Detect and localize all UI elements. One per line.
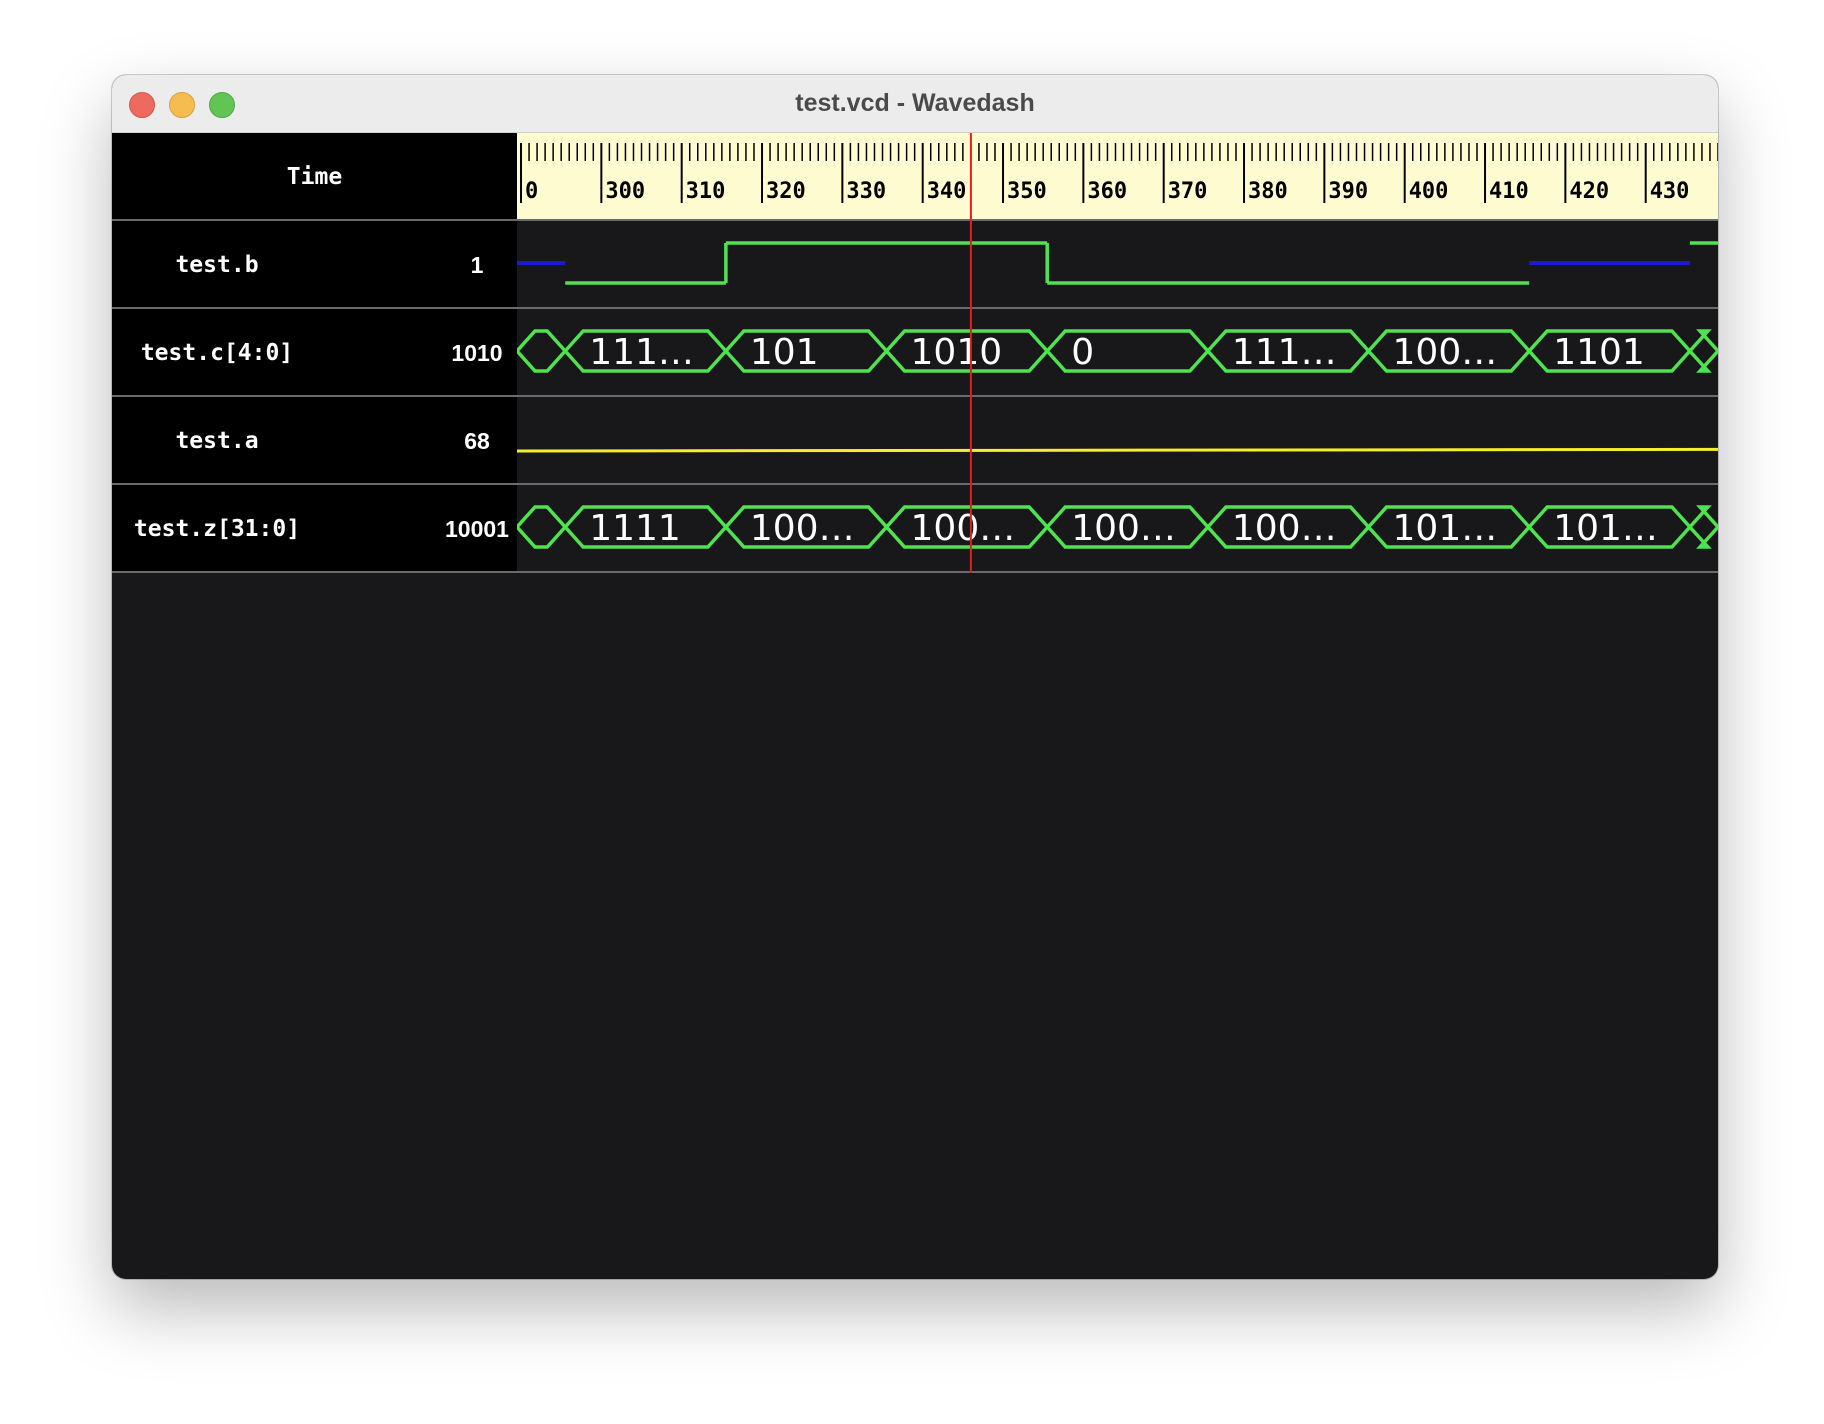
- bus-value-label: 101…: [1393, 508, 1498, 549]
- signal-name: test.c[4:0]: [140, 340, 294, 366]
- bus-value-label: 111…: [589, 332, 694, 373]
- signal-value: 1010: [451, 340, 503, 366]
- ruler-label: 390: [1328, 179, 1368, 204]
- ruler-label: 330: [846, 179, 886, 204]
- time-header: Time: [286, 164, 343, 190]
- ruler-label: 420: [1569, 179, 1609, 204]
- signal-row-test-a[interactable]: test.a 68: [112, 397, 517, 485]
- signal-value: 68: [464, 428, 490, 454]
- signal-names-panel: Time test.b 1 test.c[4:0] 1010 test.a 68…: [112, 133, 517, 573]
- bus-value-label: 100…: [911, 508, 1016, 549]
- bus-value-label: 111…: [1232, 332, 1337, 373]
- bus-value-label: 0: [1071, 332, 1094, 373]
- bus-value-label: 100…: [750, 508, 855, 549]
- waveform-view[interactable]: 0 300 310 320 330 340 350 360 370 380 390 400 410 420…: [517, 133, 1718, 573]
- ruler-label: 410: [1489, 179, 1529, 204]
- bus-value-label: 1111: [589, 508, 681, 549]
- title-bar[interactable]: test.vcd - Wavedash: [112, 75, 1718, 133]
- signal-value: 10001: [445, 516, 509, 542]
- bus-segment: [517, 505, 568, 549]
- bus-value-label: 1010: [911, 332, 1003, 373]
- ruler-label: 360: [1087, 179, 1127, 204]
- bus-value-label: 101: [750, 332, 819, 373]
- bus-value-label: 100…: [1232, 508, 1337, 549]
- signal-value: 1: [470, 252, 484, 278]
- ruler-label: 340: [927, 179, 967, 204]
- bus-value-label: 100…: [1071, 508, 1176, 549]
- signal-row-test-z[interactable]: test.z[31:0] 10001: [112, 485, 517, 573]
- ruler-label: 310: [686, 179, 726, 204]
- ruler-label: 320: [766, 179, 806, 204]
- time-header-cell: Time: [112, 133, 517, 221]
- ruler-label: 350: [1007, 179, 1047, 204]
- ruler-label: 0: [525, 179, 538, 204]
- bus-segment: [517, 329, 568, 373]
- signal-name: test.b: [175, 252, 259, 278]
- ruler-label: 430: [1650, 179, 1690, 204]
- signal-name: test.z[31:0]: [133, 516, 301, 542]
- bus-value-label: 101…: [1553, 508, 1658, 549]
- ruler-label: 370: [1168, 179, 1208, 204]
- window-title: test.vcd - Wavedash: [795, 89, 1035, 117]
- bus-segment: [1687, 505, 1718, 549]
- signal-row-test-c[interactable]: test.c[4:0] 1010: [112, 309, 517, 397]
- signal-row-test-b[interactable]: test.b 1: [112, 221, 517, 309]
- app-window: test.vcd - Wavedash Time test.b 1 test.c…: [112, 75, 1718, 1279]
- bus-segment: [1687, 329, 1718, 373]
- analog-trace: [517, 447, 1718, 453]
- ruler-label: 300: [605, 179, 645, 204]
- signal-name: test.a: [175, 428, 259, 454]
- ruler-label: 380: [1248, 179, 1288, 204]
- bus-value-label: 100…: [1393, 332, 1498, 373]
- bus-value-label: 1101: [1553, 332, 1645, 373]
- ruler-label: 400: [1409, 179, 1449, 204]
